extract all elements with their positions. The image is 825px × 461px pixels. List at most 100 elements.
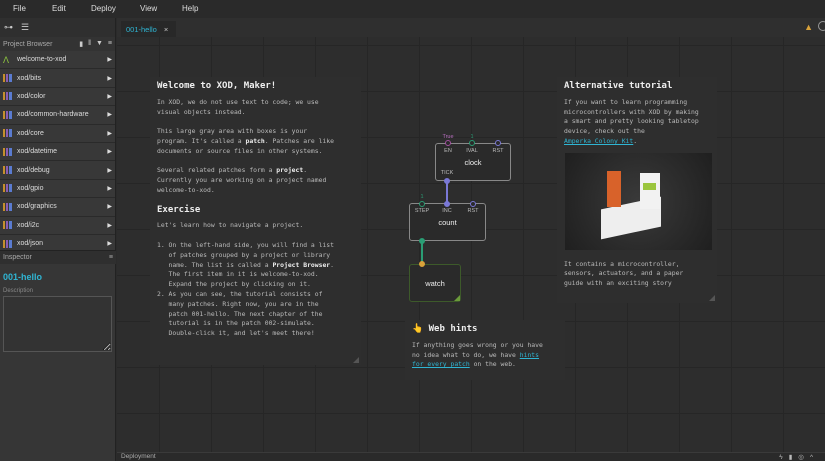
deployment-panel-header[interactable]: Deployment ϟ▮◎^ — [117, 452, 825, 461]
project-browser-item[interactable]: xod/datetime ▶ — [0, 142, 115, 162]
resize-handle[interactable] — [454, 295, 460, 301]
menu-deploy[interactable]: Deploy — [91, 0, 116, 13]
library-icon — [3, 221, 12, 230]
library-icon — [3, 202, 12, 211]
pin-rst[interactable] — [495, 140, 501, 146]
expand-arrow-icon[interactable]: ▶ — [107, 130, 112, 137]
project-icon: Λ — [3, 54, 10, 65]
library-icon — [3, 92, 12, 101]
project-browser-item[interactable]: xod/bits ▶ — [0, 69, 115, 88]
item-label: xod/common-hardware — [17, 111, 89, 119]
alt-text-2: It contains a microcontroller, sensors, … — [564, 259, 684, 288]
pin-en[interactable] — [445, 140, 451, 146]
item-label: xod/color — [17, 92, 46, 100]
patch-canvas[interactable]: Welcome to XOD, Maker! In XOD, we do not… — [117, 37, 825, 452]
project-browser-item[interactable]: xod/graphics ▶ — [0, 198, 115, 217]
menu-icon[interactable]: ≡ — [109, 254, 113, 261]
project-browser-title: Project Browser — [3, 40, 53, 48]
welcome-text: This large gray area with boxes is your … — [157, 127, 335, 155]
expand-arrow-icon[interactable]: ▶ — [107, 93, 112, 100]
project-browser-item[interactable]: xod/common-hardware ▶ — [0, 106, 115, 125]
pin-out[interactable] — [419, 238, 425, 244]
description-input[interactable] — [3, 296, 112, 352]
filter-icon[interactable]: ▼ — [96, 40, 103, 48]
pin-inc[interactable] — [444, 201, 450, 207]
item-label: xod/graphics — [17, 203, 57, 211]
expand-arrow-icon[interactable]: ▶ — [107, 185, 112, 192]
upload-icon[interactable]: ϟ — [779, 454, 788, 461]
library-icon — [3, 129, 12, 138]
menu-edit[interactable]: Edit — [52, 0, 66, 13]
chevron-up-icon[interactable]: ^ — [810, 454, 819, 461]
project-browser-item[interactable]: xod/core ▶ — [0, 124, 115, 143]
menu-file[interactable]: File — [13, 0, 26, 13]
amperka-colony-kit-link[interactable]: Amperka Colony Kit — [564, 137, 633, 145]
menu-icon[interactable]: ≡ — [108, 40, 112, 48]
description-label: Description — [3, 288, 34, 294]
expand-arrow-icon[interactable]: ▶ — [107, 148, 112, 155]
item-label: xod/datetime — [17, 148, 58, 156]
expand-arrow-icon[interactable]: ▶ — [107, 167, 112, 174]
pin-ival[interactable] — [469, 140, 475, 146]
item-label: xod/gpio — [17, 184, 44, 192]
project-browser-item[interactable]: xod/color ▶ — [0, 87, 115, 107]
library-icon — [3, 74, 12, 83]
inspector-header: Inspector ≡ — [0, 250, 116, 264]
expand-arrow-icon[interactable]: ▶ — [107, 111, 112, 118]
exercise-title: Exercise — [157, 204, 201, 215]
expand-arrow-icon[interactable]: ▶ — [107, 222, 112, 229]
close-icon[interactable]: × — [164, 25, 168, 34]
trash-icon[interactable]: ▮ — [789, 454, 799, 461]
welcome-text: In XOD, we do not use text to code; we u… — [157, 97, 319, 116]
debug-icon[interactable]: ◎ — [798, 454, 810, 461]
project-browser-item[interactable]: Λwelcome-to-xod ▶ — [0, 51, 115, 70]
item-label: xod/debug — [17, 166, 50, 174]
comment-web-hints[interactable]: 👆 Web hints If anything goes wrong or yo… — [405, 320, 565, 380]
pin-step[interactable] — [419, 201, 425, 207]
sidebar-toolbar: ⊶ ☰ — [0, 18, 115, 37]
resize-handle[interactable] — [709, 295, 715, 301]
inspector-title: Inspector — [3, 254, 32, 261]
project-browser-item[interactable]: xod/i2c ▶ — [0, 216, 115, 235]
web-hints-text: If anything goes wrong or you have no id… — [412, 340, 543, 369]
project-browser-item[interactable]: xod/debug ▶ — [0, 161, 115, 180]
comment-alternative-tutorial[interactable]: Alternative tutorial If you want to lear… — [557, 77, 717, 303]
expand-arrow-icon[interactable]: ▶ — [107, 203, 112, 210]
alt-text: If you want to learn programming microco… — [564, 97, 699, 145]
pin-value-step: 1 — [420, 194, 424, 200]
exercise-text: Let's learn how to navigate a project. — [157, 221, 304, 230]
user-icon[interactable]: ▲ — [804, 22, 813, 32]
expand-arrow-icon[interactable]: ▶ — [107, 240, 112, 247]
colony-kit-image — [565, 152, 712, 250]
library-icon — [3, 239, 12, 248]
expand-arrow-icon[interactable]: ▶ — [107, 75, 112, 82]
help-icon[interactable] — [818, 21, 825, 31]
project-browser-item[interactable]: xod/gpio ▶ — [0, 179, 115, 199]
menu-view[interactable]: View — [140, 0, 157, 13]
new-patch-icon[interactable]: ▮ — [79, 40, 83, 48]
sidebar: ⊶ ☰ Project Browser ▮ ‖ ▼ ≡ Λwelcome-to-xod… — [0, 18, 116, 461]
expand-arrow-icon[interactable]: ▶ — [107, 56, 112, 63]
add-library-icon[interactable]: ‖ — [88, 40, 91, 48]
pin-label: TICK — [440, 170, 454, 176]
tab-bar: 001-hello × ▲ — [117, 18, 825, 37]
menu-bar: File Edit Deploy View Help — [0, 0, 825, 18]
pin-tick[interactable] — [444, 178, 450, 184]
pin-in[interactable] — [419, 261, 425, 267]
menu-help[interactable]: Help — [182, 0, 198, 13]
comment-welcome[interactable]: Welcome to XOD, Maker! In XOD, we do not… — [150, 77, 361, 365]
node-watch[interactable]: watch — [409, 264, 461, 302]
web-hints-title: 👆 Web hints — [412, 324, 478, 334]
tab-label: 001-hello — [126, 25, 157, 34]
item-label: xod/bits — [17, 74, 42, 82]
alt-title: Alternative tutorial — [564, 81, 673, 91]
pin-label: RST — [492, 148, 504, 154]
project-tree-icon[interactable]: ⊶ — [4, 22, 13, 33]
pin-rst[interactable] — [470, 201, 476, 207]
tab-001-hello[interactable]: 001-hello × — [121, 21, 176, 37]
library-icon — [3, 166, 12, 175]
settings-sliders-icon[interactable]: ☰ — [21, 22, 29, 33]
resize-handle[interactable] — [353, 357, 359, 363]
library-icon — [3, 110, 12, 119]
item-label: welcome-to-xod — [17, 56, 67, 64]
